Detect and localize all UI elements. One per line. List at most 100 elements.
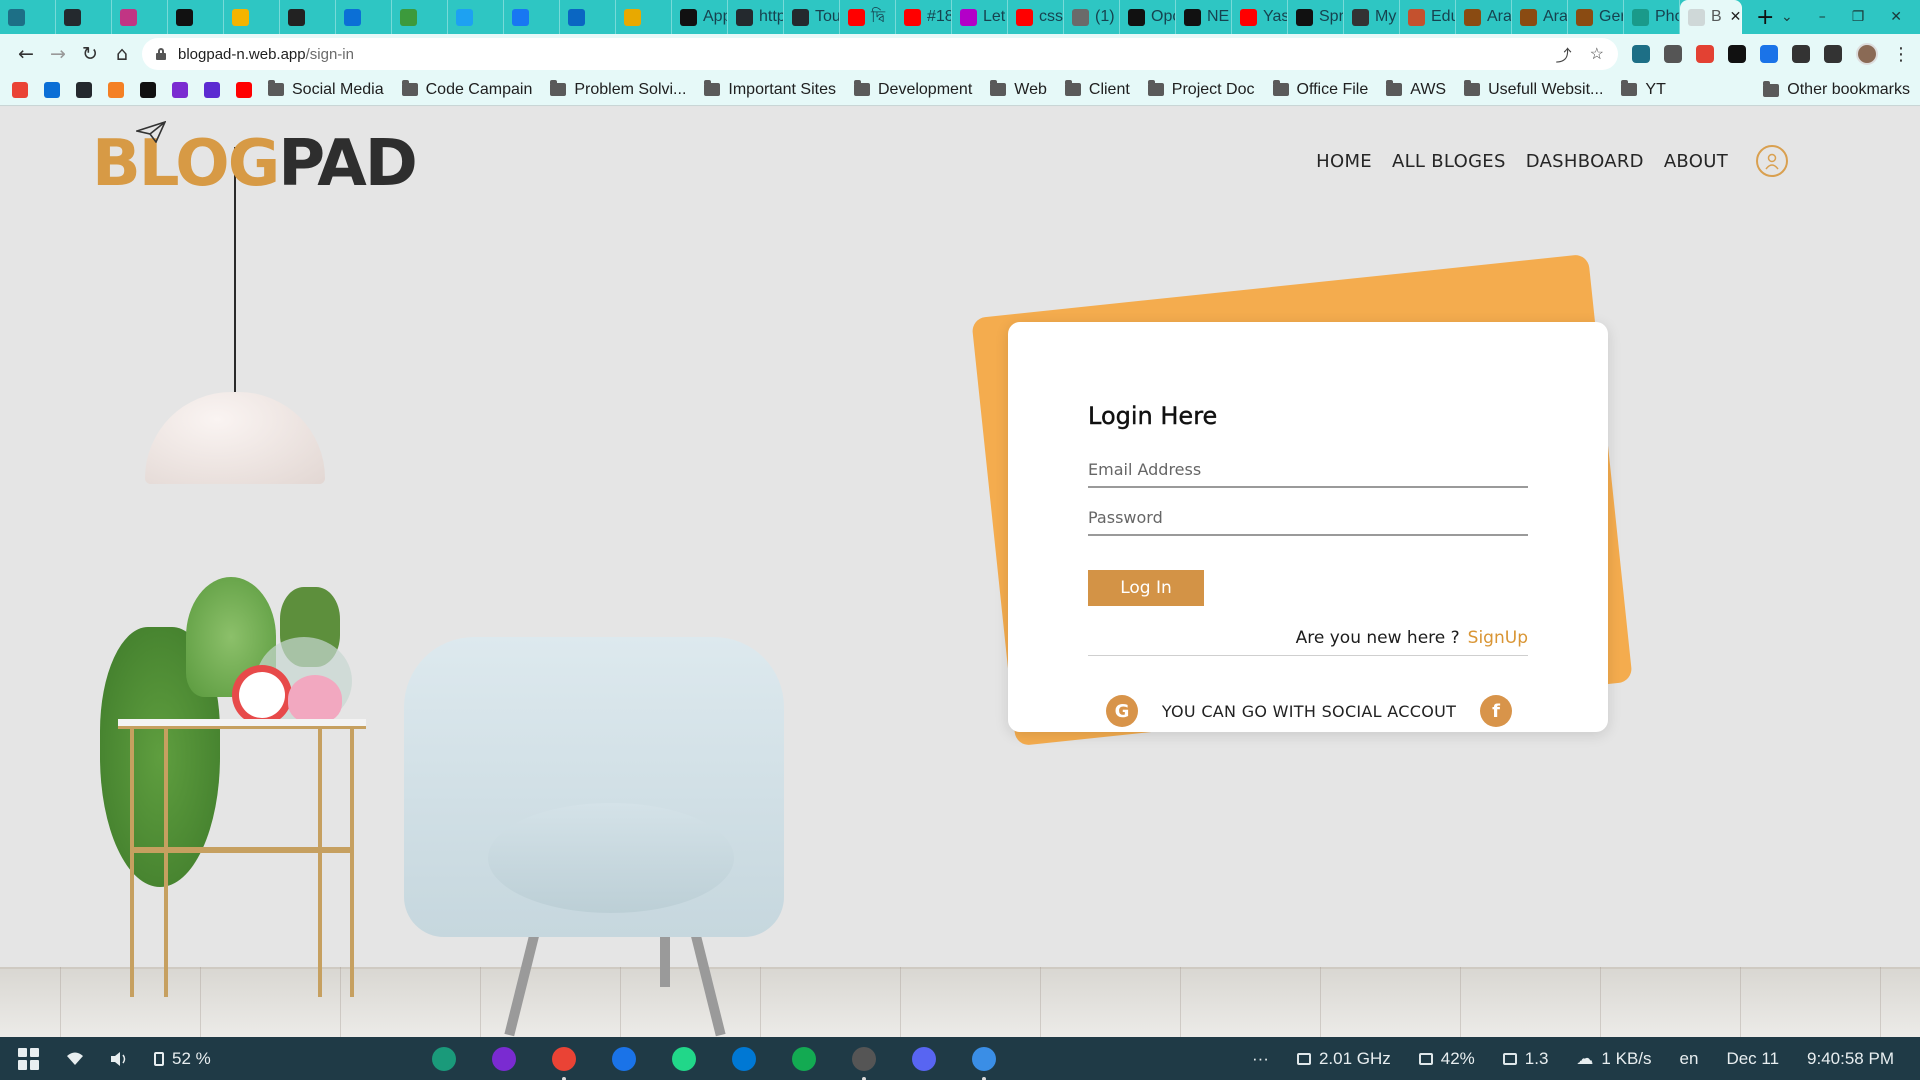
extension-icon[interactable] xyxy=(1824,45,1842,63)
overflow-indicator[interactable]: ··· xyxy=(1252,1049,1269,1069)
bookmark-favicon-icon[interactable] xyxy=(12,81,28,98)
taskbar-app-icon[interactable] xyxy=(792,1046,816,1071)
bookmark-favicon-icon[interactable] xyxy=(44,81,60,98)
active-tab[interactable]: B ✕ xyxy=(1680,0,1742,34)
volume-icon[interactable] xyxy=(110,1051,128,1067)
extension-icon[interactable] xyxy=(1696,45,1714,63)
clock-time[interactable]: 9:40:58 PM xyxy=(1807,1049,1894,1069)
bookmark-favicon-icon[interactable] xyxy=(108,81,124,98)
bookmark-folder[interactable]: Important Sites xyxy=(704,80,836,99)
taskbar-app-icon[interactable] xyxy=(492,1046,516,1071)
google-icon[interactable]: G xyxy=(1106,695,1138,727)
browser-tab[interactable]: Let xyxy=(952,0,1008,34)
browser-tab[interactable]: Pho xyxy=(1624,0,1680,34)
browser-tab[interactable]: Ger xyxy=(1568,0,1624,34)
bookmark-star-icon[interactable]: ☆ xyxy=(1590,44,1604,64)
close-window-button[interactable]: ✕ xyxy=(1890,9,1902,25)
extension-icon[interactable] xyxy=(1632,45,1650,63)
browser-tab[interactable] xyxy=(616,0,672,34)
password-field[interactable] xyxy=(1088,500,1528,536)
bookmark-favicon-icon[interactable] xyxy=(172,81,188,98)
nav-all-bloges[interactable]: ALL BLOGES xyxy=(1392,151,1506,172)
bookmark-favicon-icon[interactable] xyxy=(76,81,92,98)
browser-tab[interactable]: Tou xyxy=(784,0,840,34)
home-button[interactable]: ⌂ xyxy=(106,38,138,70)
reload-button[interactable]: ↻ xyxy=(74,38,106,70)
taskbar-app-icon[interactable] xyxy=(912,1046,936,1071)
wifi-icon[interactable] xyxy=(66,1052,84,1066)
browser-tab[interactable]: http xyxy=(728,0,784,34)
browser-tab[interactable]: (1) xyxy=(1064,0,1120,34)
browser-tab[interactable] xyxy=(448,0,504,34)
extension-icon[interactable] xyxy=(1792,45,1810,63)
new-tab-button[interactable]: + xyxy=(1756,5,1780,30)
browser-tab[interactable] xyxy=(392,0,448,34)
browser-tab[interactable]: Edu xyxy=(1400,0,1456,34)
forward-button[interactable]: → xyxy=(42,38,74,70)
battery-indicator[interactable]: 52 % xyxy=(154,1049,211,1069)
bookmark-favicon-icon[interactable] xyxy=(140,81,156,98)
minimize-button[interactable]: – xyxy=(1819,9,1826,25)
browser-tab[interactable]: Ara xyxy=(1512,0,1568,34)
browser-tab[interactable]: Yas xyxy=(1232,0,1288,34)
login-button[interactable]: Log In xyxy=(1088,570,1204,606)
user-profile-icon[interactable] xyxy=(1756,145,1788,177)
browser-tab[interactable] xyxy=(0,0,56,34)
bookmark-folder[interactable]: Usefull Websit... xyxy=(1464,80,1603,99)
taskbar-app-icon[interactable] xyxy=(612,1046,636,1071)
address-bar[interactable]: blogpad-n.web.app/sign-in ⤴ ☆ xyxy=(142,38,1618,70)
taskbar-app-icon[interactable] xyxy=(852,1046,876,1080)
extension-icon[interactable] xyxy=(1728,45,1746,63)
browser-tab[interactable]: Spr xyxy=(1288,0,1344,34)
browser-tab[interactable]: App xyxy=(672,0,728,34)
taskbar-app-icon[interactable] xyxy=(432,1046,456,1071)
taskbar-app-icon[interactable] xyxy=(672,1046,696,1071)
nav-home[interactable]: HOME xyxy=(1316,151,1372,172)
extension-icon[interactable] xyxy=(1760,45,1778,63)
app-launcher-icon[interactable] xyxy=(18,1047,40,1070)
browser-tab[interactable] xyxy=(504,0,560,34)
lock-icon[interactable] xyxy=(156,48,166,60)
taskbar-app-icon[interactable] xyxy=(552,1046,576,1080)
share-icon[interactable]: ⤴ xyxy=(1556,42,1572,66)
email-field[interactable] xyxy=(1088,452,1528,488)
bookmark-folder[interactable]: AWS xyxy=(1386,80,1446,99)
other-bookmarks[interactable]: Other bookmarks xyxy=(1763,74,1910,106)
bookmark-folder[interactable]: Office File xyxy=(1272,80,1368,99)
nav-about[interactable]: ABOUT xyxy=(1664,151,1728,172)
browser-tab[interactable] xyxy=(280,0,336,34)
browser-tab[interactable] xyxy=(56,0,112,34)
browser-tab[interactable] xyxy=(112,0,168,34)
bookmark-folder[interactable]: Code Campain xyxy=(401,80,532,99)
browser-tab[interactable]: #18 xyxy=(896,0,952,34)
bookmark-folder[interactable]: Web xyxy=(990,80,1047,99)
browser-menu-icon[interactable]: ⋮ xyxy=(1892,44,1910,65)
browser-tab[interactable]: css xyxy=(1008,0,1064,34)
close-tab-icon[interactable]: ✕ xyxy=(1730,9,1741,25)
browser-tab[interactable] xyxy=(224,0,280,34)
taskbar-app-icon[interactable] xyxy=(732,1046,756,1071)
profile-avatar[interactable] xyxy=(1856,43,1878,65)
bookmark-folder[interactable]: YT xyxy=(1621,80,1666,99)
clock-date[interactable]: Dec 11 xyxy=(1726,1049,1779,1069)
signup-link[interactable]: SignUp xyxy=(1468,628,1528,648)
tab-search-dropdown-icon[interactable]: ⌄ xyxy=(1781,9,1793,25)
back-button[interactable]: ← xyxy=(10,38,42,70)
browser-tab[interactable]: My xyxy=(1344,0,1400,34)
nav-dashboard[interactable]: DASHBOARD xyxy=(1526,151,1644,172)
browser-tab[interactable]: দ্বি xyxy=(840,0,896,34)
bookmark-folder[interactable]: Problem Solvi... xyxy=(550,80,686,99)
browser-tab[interactable]: Opc xyxy=(1120,0,1176,34)
taskbar-app-icon[interactable] xyxy=(972,1046,996,1080)
browser-tab[interactable] xyxy=(560,0,616,34)
facebook-icon[interactable]: f xyxy=(1480,695,1512,727)
browser-tab[interactable]: NE xyxy=(1176,0,1232,34)
extension-icon[interactable] xyxy=(1664,45,1682,63)
browser-tab[interactable]: Ara xyxy=(1456,0,1512,34)
bookmark-folder[interactable]: Client xyxy=(1064,80,1130,99)
bookmark-favicon-icon[interactable] xyxy=(204,81,220,98)
bookmark-favicon-icon[interactable] xyxy=(236,81,252,98)
bookmark-folder[interactable]: Social Media xyxy=(268,80,384,99)
bookmark-folder[interactable]: Project Doc xyxy=(1147,80,1255,99)
keyboard-language[interactable]: en xyxy=(1680,1049,1699,1069)
